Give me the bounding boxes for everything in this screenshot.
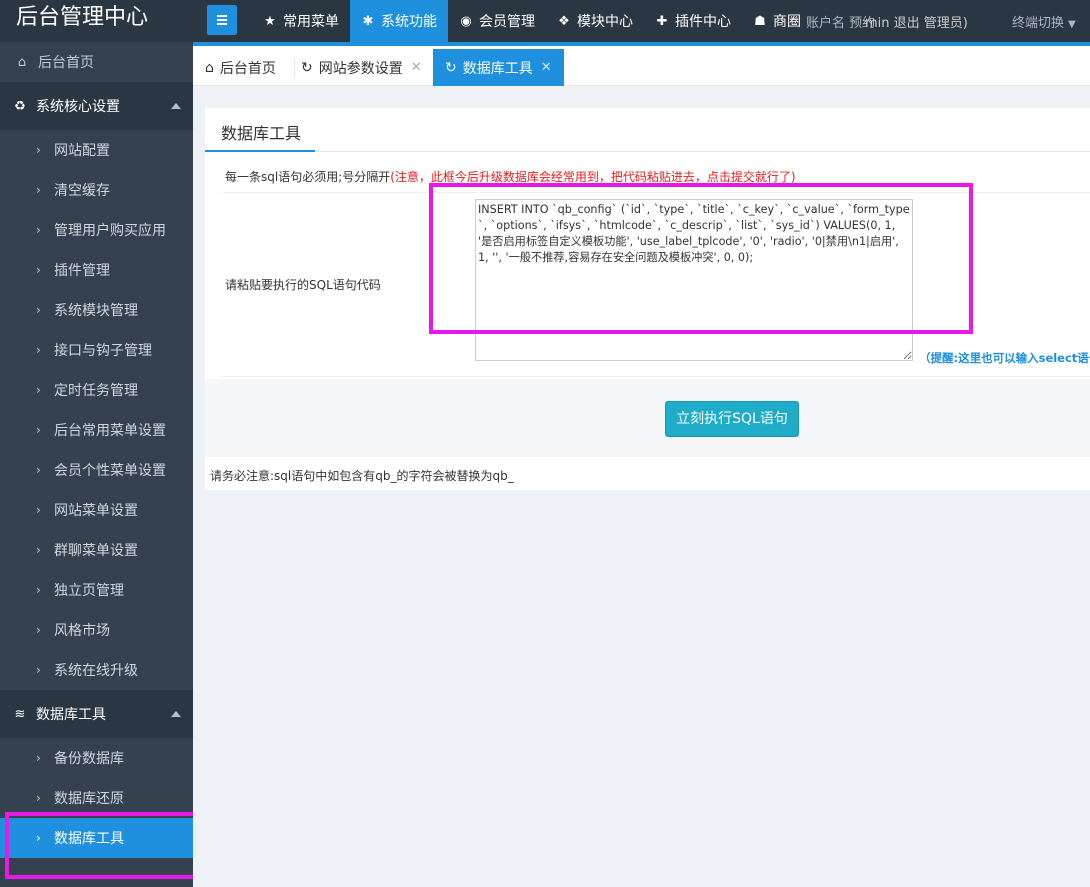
topnav-system-functions[interactable]: ✱ 系统功能: [350, 0, 448, 42]
replace-notice: 请务必注意:sql语句中如包含有qb_的字符会被替换为qb_: [205, 458, 1090, 490]
sidebar-item[interactable]: › 接口与钩子管理: [0, 330, 193, 370]
home-icon: ⌂: [17, 54, 27, 70]
sidebar: ⌂ 后台首页 ♻ 系统核心设置 › 网站配置 › 清空缓存 › 管理用户购买应用 › 插件管理…: [0, 42, 193, 887]
sidebar-item[interactable]: › 后台常用菜单设置: [0, 410, 193, 450]
sidebar-group-database-tools[interactable]: ≋ 数据库工具: [0, 690, 193, 738]
sidebar-item-label: 管理用户购买应用: [54, 223, 166, 239]
refresh-icon: ↻: [301, 59, 313, 76]
users-icon: ☗: [754, 13, 766, 29]
tab-home[interactable]: ⌂ 后台首页: [193, 49, 288, 86]
terminal-switch[interactable]: 终端切换 ▼: [1012, 12, 1076, 31]
database-icon: ≋: [14, 706, 26, 722]
topnav-business-circle[interactable]: ☗ 商圈: [742, 0, 812, 42]
sql-field-label: 请粘贴要执行的SQL语句代码: [225, 278, 381, 292]
sidebar-item[interactable]: › 风格市场: [0, 610, 193, 650]
hamburger-icon: [217, 15, 227, 17]
chevron-right-icon: ›: [36, 143, 41, 157]
sidebar-item-label: 后台常用菜单设置: [54, 423, 166, 439]
tab-site-params[interactable]: ↻ 网站参数设置 ✕: [289, 49, 434, 86]
top-bar: 后台管理中心 ★ 常用菜单 ✱ 系统功能 ◉ 会员管理 ❖ 模块中心 ✚ 插件中心 ☗ 商圈…: [0, 0, 1090, 42]
recycle-icon: ♻: [14, 98, 26, 114]
panel-title: 数据库工具: [205, 108, 315, 152]
gear-icon: ✱: [362, 13, 374, 29]
topnav-member-management[interactable]: ◉ 会员管理: [448, 0, 546, 42]
caret-up-icon: [171, 103, 181, 109]
user-circle-icon: ◉: [460, 13, 472, 29]
chevron-right-icon: ›: [36, 583, 41, 597]
sidebar-item-label: 网站配置: [54, 143, 110, 159]
chevron-right-icon: ›: [36, 383, 41, 397]
chevron-right-icon: ›: [36, 343, 41, 357]
chevron-right-icon: ›: [36, 543, 41, 557]
sidebar-item[interactable]: › 网站菜单设置: [0, 490, 193, 530]
sidebar-item-label: 会员个性菜单设置: [54, 463, 166, 479]
sidebar-item[interactable]: › 系统模块管理: [0, 290, 193, 330]
sidebar-item-label: 定时任务管理: [54, 383, 138, 399]
topnav-common-menu[interactable]: ★ 常用菜单: [252, 0, 350, 42]
sidebar-item[interactable]: › 网站配置: [0, 130, 193, 170]
close-icon[interactable]: ✕: [411, 60, 422, 75]
select-hint: （提醒:这里也可以输入select语句: [919, 351, 1090, 365]
close-icon[interactable]: ✕: [541, 60, 552, 75]
caret-down-icon: ▼: [1068, 19, 1076, 30]
sidebar-item-label: 插件管理: [54, 263, 110, 279]
button-row: 立刻执行SQL语句: [205, 379, 1090, 457]
chevron-right-icon: ›: [36, 503, 41, 517]
top-nav: ★ 常用菜单 ✱ 系统功能 ◉ 会员管理 ❖ 模块中心 ✚ 插件中心 ☗ 商圈: [252, 0, 812, 42]
sidebar-item-label: 清空缓存: [54, 183, 110, 199]
logout-overlap-text[interactable]: min 退出 管理员): [865, 12, 968, 31]
sql-note-warning: (注意，此框今后升级数据库会经常用到，把代码粘贴进去，点击提交就行了): [390, 170, 796, 184]
sidebar-item-label: 备份数据库: [54, 751, 124, 767]
highlight-box-sql: [429, 183, 973, 334]
chevron-right-icon: ›: [36, 751, 41, 765]
sidebar-item[interactable]: › 系统在线升级: [0, 650, 193, 690]
chevron-right-icon: ›: [36, 223, 41, 237]
chevron-right-icon: ›: [36, 791, 41, 805]
sidebar-item-home[interactable]: ⌂ 后台首页: [0, 42, 193, 82]
brand-title: 后台管理中心: [16, 5, 149, 30]
hamburger-icon: [217, 19, 227, 21]
topnav-module-center[interactable]: ❖ 模块中心: [546, 0, 644, 42]
topnav-plugin-center[interactable]: ✚ 插件中心: [644, 0, 742, 42]
sidebar-item-label: 风格市场: [54, 623, 110, 639]
sidebar-item-label: 独立页管理: [54, 583, 124, 599]
tab-bar: ⌂ 后台首页 ↻ 网站参数设置 ✕ ↻ 数据库工具 ✕: [193, 46, 1090, 86]
sidebar-item[interactable]: › 会员个性菜单设置: [0, 450, 193, 490]
row-divider: [223, 376, 1090, 377]
sidebar-item[interactable]: › 定时任务管理: [0, 370, 193, 410]
panel-header-divider: [205, 151, 1090, 152]
sidebar-item-label: 系统模块管理: [54, 303, 138, 319]
sidebar-item[interactable]: › 管理用户购买应用: [0, 210, 193, 250]
sidebar-item-label: 接口与钩子管理: [54, 343, 152, 359]
chevron-right-icon: ›: [36, 663, 41, 677]
home-icon: ⌂: [205, 59, 214, 76]
cubes-icon: ❖: [558, 13, 570, 29]
star-icon: ★: [264, 13, 276, 29]
sidebar-item[interactable]: › 插件管理: [0, 250, 193, 290]
execute-sql-button[interactable]: 立刻执行SQL语句: [665, 401, 799, 437]
sidebar-item-label: 群聊菜单设置: [54, 543, 138, 559]
chevron-right-icon: ›: [36, 423, 41, 437]
puzzle-icon: ✚: [656, 13, 668, 29]
sidebar-item[interactable]: › 群聊菜单设置: [0, 530, 193, 570]
refresh-icon: ↻: [445, 59, 457, 76]
sidebar-item-label: 网站菜单设置: [54, 503, 138, 519]
sidebar-item[interactable]: › 独立页管理: [0, 570, 193, 610]
hamburger-icon: [217, 23, 227, 25]
chevron-right-icon: ›: [36, 623, 41, 637]
chevron-right-icon: ›: [36, 263, 41, 277]
tab-database-tools[interactable]: ↻ 数据库工具 ✕: [433, 49, 564, 86]
chevron-right-icon: ›: [36, 463, 41, 477]
caret-up-icon: [171, 711, 181, 717]
sidebar-item-label: 系统在线升级: [54, 663, 138, 679]
sidebar-item[interactable]: › 清空缓存: [0, 170, 193, 210]
sidebar-item-label: 数据库还原: [54, 791, 124, 807]
menu-toggle-button[interactable]: [207, 5, 237, 35]
chevron-right-icon: ›: [36, 303, 41, 317]
chevron-right-icon: ›: [36, 183, 41, 197]
sidebar-group-core-settings[interactable]: ♻ 系统核心设置: [0, 82, 193, 130]
sidebar-item[interactable]: › 备份数据库: [0, 738, 193, 778]
